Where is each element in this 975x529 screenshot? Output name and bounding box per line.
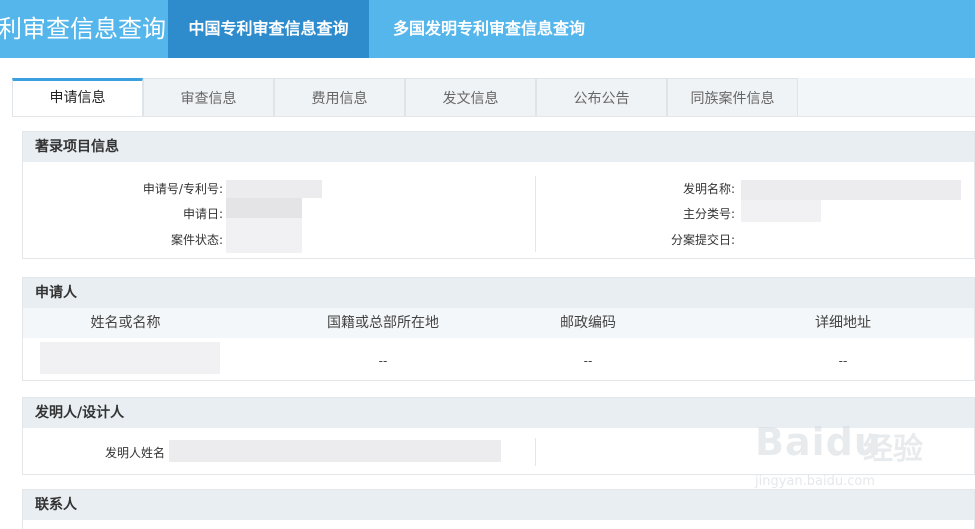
main-classification-label: 主分类号: — [682, 207, 735, 221]
nav-multi-country-patent-query[interactable]: 多国发明专利审查信息查询 — [369, 0, 609, 58]
application-date-value-redacted — [226, 198, 302, 218]
applicant-address-value: -- — [838, 354, 848, 368]
invention-title-label: 发明名称: — [682, 182, 735, 196]
case-status-value-redacted — [226, 218, 302, 253]
tab-family-case-info[interactable]: 同族案件信息 — [667, 78, 798, 116]
inventor-name-label: 发明人姓名 — [104, 446, 165, 460]
column-divider — [535, 176, 536, 252]
tab-fee-info[interactable]: 费用信息 — [274, 78, 405, 116]
top-header: 利审查信息查询 中国专利审查信息查询 多国发明专利审查信息查询 — [0, 0, 975, 58]
inventor-divider — [535, 438, 536, 466]
column-nationality: 国籍或总部所在地 — [327, 315, 439, 331]
site-title: 利审查信息查询 — [0, 15, 166, 43]
column-address: 详细地址 — [815, 315, 871, 331]
applicant-section: 申请人 姓名或名称 国籍或总部所在地 邮政编码 详细地址 -- -- -- — [22, 277, 975, 381]
tab-publication-announcement[interactable]: 公布公告 — [536, 78, 667, 116]
tab-dispatch-info[interactable]: 发文信息 — [405, 78, 536, 116]
tab-examination-info[interactable]: 审查信息 — [143, 78, 274, 116]
watermark-url: jingyan.baidu.com — [755, 474, 875, 489]
applicant-nationality-value: -- — [378, 354, 388, 368]
tab-application-info[interactable]: 申请信息 — [12, 78, 143, 117]
applicant-section-title: 申请人 — [23, 278, 974, 308]
column-name: 姓名或名称 — [90, 315, 161, 331]
nav-china-patent-query[interactable]: 中国专利审查信息查询 — [168, 0, 369, 58]
application-date-label: 申请日: — [182, 207, 223, 221]
watermark-cn-text: 经验 — [863, 432, 923, 467]
main-classification-value-redacted — [741, 200, 821, 222]
column-postal-code: 邮政编码 — [560, 315, 616, 331]
applicant-postal-value: -- — [583, 354, 593, 368]
baidu-jingyan-watermark: Baidu 经验 jingyan.baidu.com — [745, 412, 945, 502]
divisional-date-label: 分案提交日: — [670, 233, 735, 247]
applicant-name-value-redacted — [40, 342, 220, 374]
inventor-names-redacted — [169, 440, 501, 462]
invention-title-value-redacted — [741, 180, 961, 200]
biblio-section-title: 著录项目信息 — [23, 132, 974, 162]
application-number-value-redacted — [226, 180, 322, 198]
application-number-label: 申请号/专利号: — [142, 182, 223, 196]
case-status-label: 案件状态: — [170, 233, 223, 247]
biblio-section: 著录项目信息 申请号/专利号: 申请日: 案件状态: 发明名称: 主分类号: 分… — [22, 131, 975, 259]
